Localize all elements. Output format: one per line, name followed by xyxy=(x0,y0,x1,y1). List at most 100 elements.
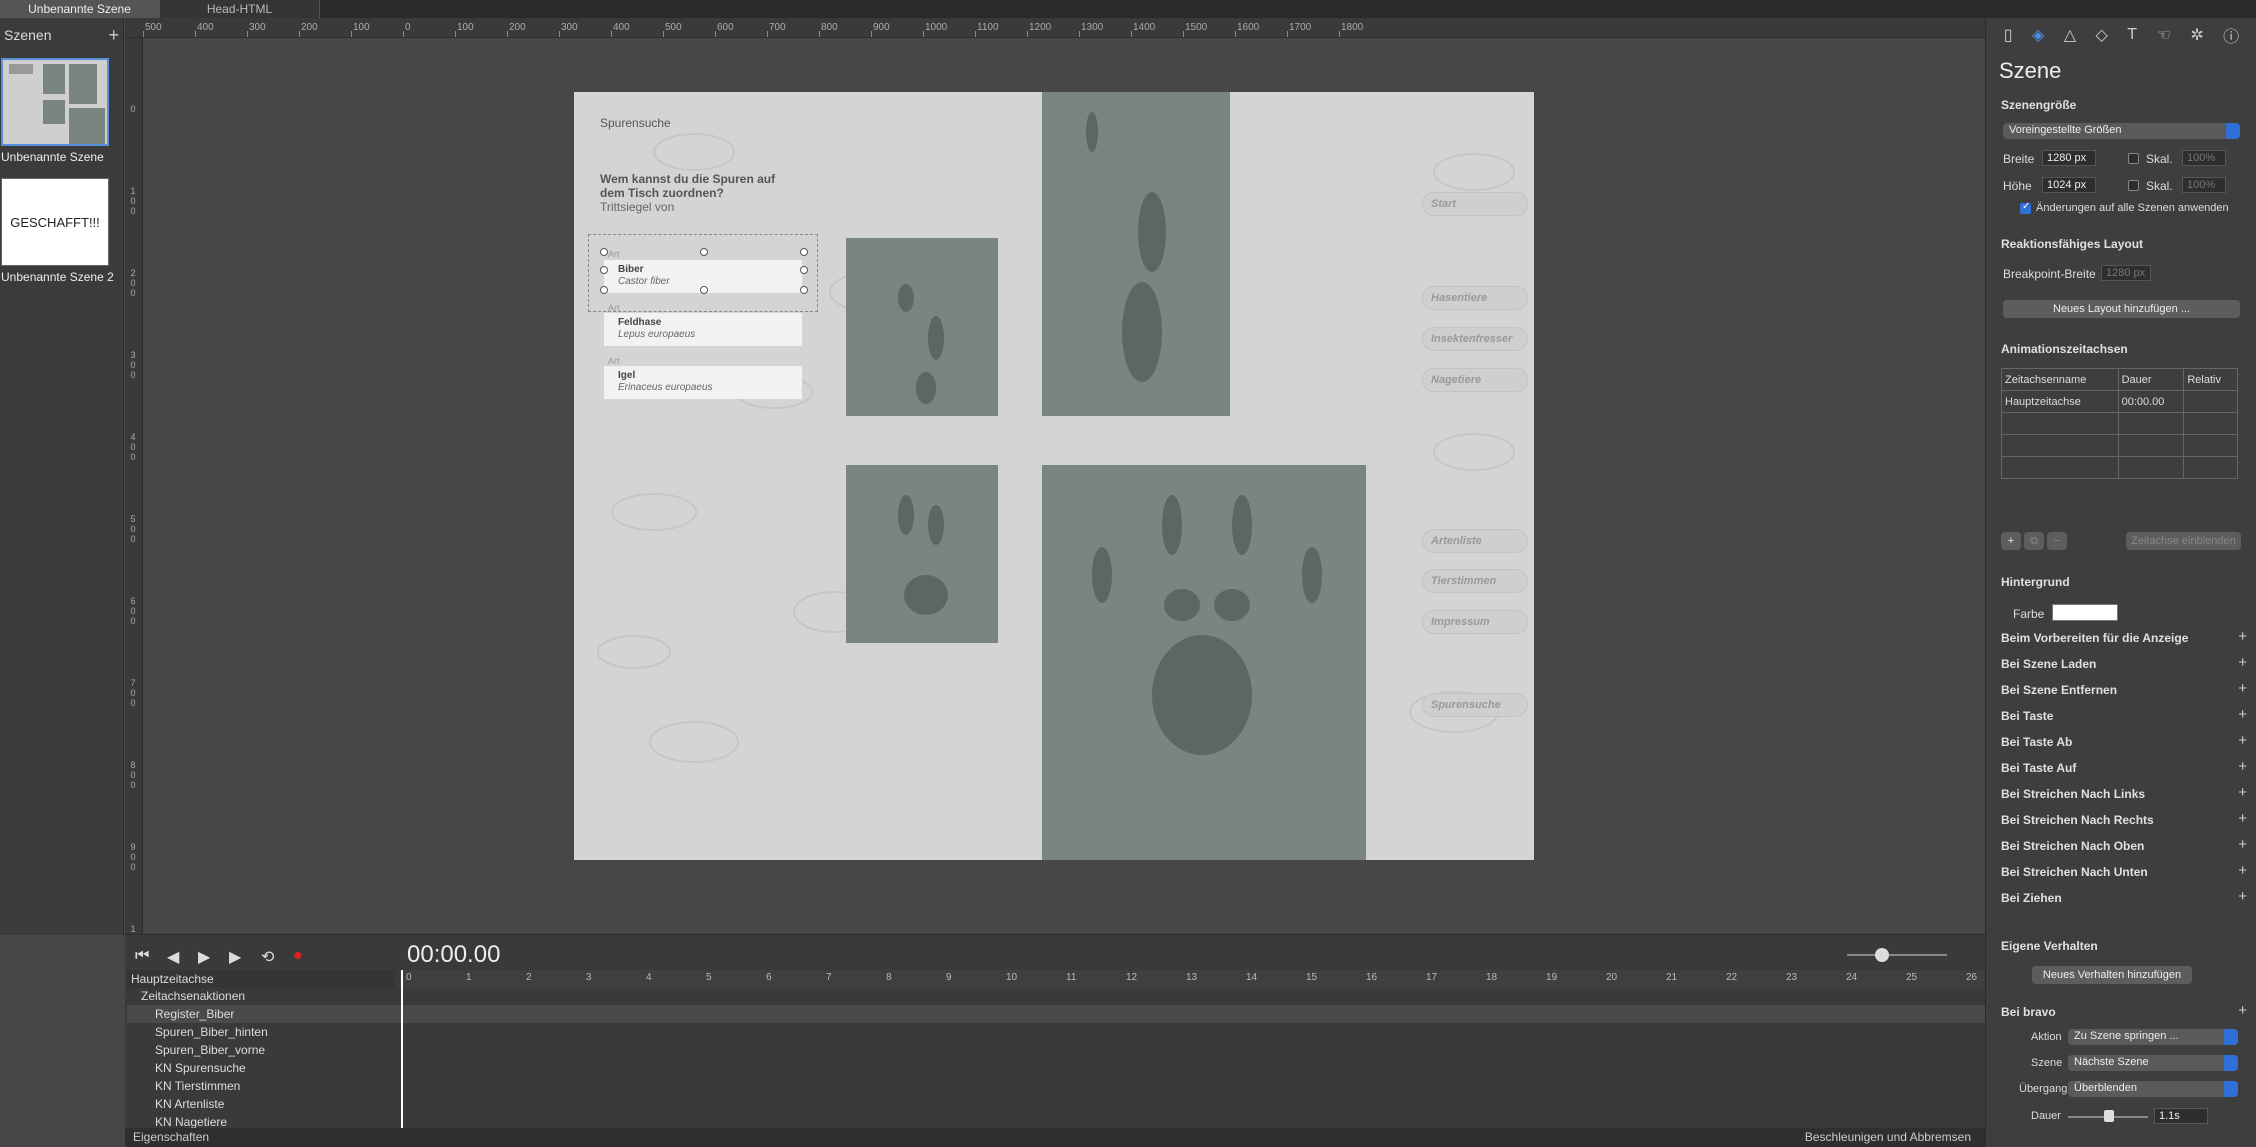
scene-thumbnail-1[interactable] xyxy=(1,58,109,146)
add-timeline-icon[interactable]: + xyxy=(2001,532,2021,550)
event-row[interactable]: Bei Taste Ab + xyxy=(2001,732,2249,749)
add-event-icon[interactable]: + xyxy=(2238,888,2247,905)
action-select[interactable]: Zu Szene springen ... xyxy=(2068,1029,2238,1045)
zoom-slider-thumb[interactable] xyxy=(1875,948,1889,962)
event-row[interactable]: Bei Szene Entfernen + xyxy=(2001,680,2249,697)
timeline-header[interactable]: Hauptzeitachse xyxy=(127,970,395,988)
playhead[interactable] xyxy=(401,970,403,1134)
scene-select[interactable]: Nächste Szene xyxy=(2068,1055,2238,1071)
preset-size-select[interactable]: Voreingestellte Größen xyxy=(2003,123,2240,139)
col-timeline-name[interactable]: Zeitachsenname xyxy=(2001,368,2119,391)
bravo-event-row[interactable]: Bei bravo + xyxy=(2001,1002,2249,1019)
add-event-icon[interactable]: + xyxy=(2238,706,2247,723)
duration-slider-thumb[interactable] xyxy=(2104,1110,2114,1122)
add-event-icon[interactable]: + xyxy=(2238,810,2247,827)
width-input[interactable]: 1280 px xyxy=(2042,150,2096,166)
track-photo-large-1[interactable] xyxy=(1042,92,1230,416)
document-icon[interactable]: ▯ xyxy=(2004,25,2013,45)
event-row[interactable]: Bei Streichen Nach Unten + xyxy=(2001,862,2249,879)
nav-button-spurensuche[interactable]: Spurensuche xyxy=(1422,693,1528,717)
event-row[interactable]: Bei Streichen Nach Rechts + xyxy=(2001,810,2249,827)
track-photo-large-2[interactable] xyxy=(1042,465,1366,860)
layer-row[interactable]: KN Artenliste xyxy=(127,1095,395,1113)
background-color-swatch[interactable] xyxy=(2052,604,2118,621)
event-row[interactable]: Beim Vorbereiten für die Anzeige + xyxy=(2001,628,2249,645)
actions-icon[interactable]: ☜ xyxy=(2157,25,2171,45)
species-card-feldhase[interactable]: Feldhase Lepus europaeus xyxy=(604,313,802,346)
add-behavior-button[interactable]: Neues Verhalten hinzufügen xyxy=(2032,966,2192,984)
height-input[interactable]: 1024 px xyxy=(2042,177,2096,193)
shapes-icon[interactable]: ◇ xyxy=(2096,25,2108,45)
zoom-slider[interactable] xyxy=(1847,954,1947,956)
resize-handle[interactable] xyxy=(800,266,808,274)
col-duration[interactable]: Dauer xyxy=(2117,368,2185,391)
species-card-igel[interactable]: Igel Erinaceus europaeus xyxy=(604,366,802,399)
event-row[interactable]: Bei Taste + xyxy=(2001,706,2249,723)
scene-label-1[interactable]: Unbenannte Szene xyxy=(1,150,104,164)
timeline-name-cell[interactable]: Hauptzeitachse xyxy=(2001,390,2119,413)
tab-head-html[interactable]: Head-HTML xyxy=(160,0,320,18)
loop-icon[interactable]: ⟲ xyxy=(261,947,274,967)
scale-width-checkbox[interactable] xyxy=(2128,153,2139,164)
add-event-icon[interactable]: + xyxy=(2238,628,2247,645)
add-event-icon[interactable]: + xyxy=(2238,862,2247,879)
scale-width-input[interactable]: 100% xyxy=(2182,150,2226,166)
scene-layers-icon[interactable]: ◈ xyxy=(2032,25,2044,45)
timeline-relative-cell[interactable] xyxy=(2183,390,2238,413)
duplicate-timeline-icon[interactable]: ⧉ xyxy=(2024,532,2044,550)
add-layout-button[interactable]: Neues Layout hinzufügen ... xyxy=(2003,300,2240,318)
metrics-icon[interactable]: △ xyxy=(2064,25,2076,45)
physics-icon[interactable]: ✲ xyxy=(2190,25,2203,45)
play-icon[interactable]: ▶︎ xyxy=(198,947,210,967)
step-back-icon[interactable]: ◀︎ xyxy=(167,947,179,967)
resize-handle[interactable] xyxy=(700,248,708,256)
easing-selector[interactable]: Beschleunigen und Abbremsen xyxy=(1805,1130,1971,1144)
tab-unbenannte-szene[interactable]: Unbenannte Szene xyxy=(0,0,160,18)
nav-button-artenliste[interactable]: Artenliste xyxy=(1422,529,1528,553)
nav-button-insektenfresser[interactable]: Insektenfresser xyxy=(1422,327,1528,351)
layer-row[interactable]: Register_Biber xyxy=(127,1005,1985,1023)
transition-select[interactable]: Überblenden xyxy=(2068,1081,2238,1097)
scene-thumbnail-2[interactable]: GESCHAFFT!!! xyxy=(1,178,109,266)
nav-button-nagetiere[interactable]: Nagetiere xyxy=(1422,368,1528,392)
resize-handle[interactable] xyxy=(600,266,608,274)
apply-all-checkbox[interactable] xyxy=(2020,201,2031,214)
text-icon[interactable]: T xyxy=(2127,26,2137,44)
resize-handle[interactable] xyxy=(600,286,608,294)
add-event-icon[interactable]: + xyxy=(2238,654,2247,671)
resize-handle[interactable] xyxy=(600,248,608,256)
resize-handle[interactable] xyxy=(800,248,808,256)
go-to-start-icon[interactable]: ⏮ xyxy=(135,947,149,965)
resize-handle[interactable] xyxy=(700,286,708,294)
event-row[interactable]: Bei Streichen Nach Oben + xyxy=(2001,836,2249,853)
show-timeline-button[interactable]: Zeitachse einblenden xyxy=(2126,532,2241,550)
add-event-icon[interactable]: + xyxy=(2238,1002,2247,1019)
layer-row[interactable]: Spuren_Biber_vorne xyxy=(127,1041,395,1059)
step-forward-icon[interactable]: ▶︎ xyxy=(229,947,241,967)
duration-input[interactable]: 1.1s xyxy=(2154,1108,2208,1124)
info-icon[interactable]: ⓘ xyxy=(2223,23,2239,47)
add-event-icon[interactable]: + xyxy=(2238,836,2247,853)
scale-height-input[interactable]: 100% xyxy=(2182,177,2226,193)
add-event-icon[interactable]: + xyxy=(2238,680,2247,697)
event-row[interactable]: Bei Taste Auf + xyxy=(2001,758,2249,775)
scene-canvas[interactable]: Spurensuche Wem kannst du die Spuren auf… xyxy=(574,92,1534,860)
add-event-icon[interactable]: + xyxy=(2238,758,2247,775)
col-relative[interactable]: Relativ xyxy=(2183,368,2238,391)
event-row[interactable]: Bei Szene Laden + xyxy=(2001,654,2249,671)
layer-row[interactable]: KN Tierstimmen xyxy=(127,1077,395,1095)
scene-label-2[interactable]: Unbenannte Szene 2 xyxy=(1,270,114,284)
add-event-icon[interactable]: + xyxy=(2238,732,2247,749)
track-photo-small-1[interactable] xyxy=(846,238,998,416)
breakpoint-input[interactable]: 1280 px xyxy=(2101,265,2151,281)
nav-button-impressum[interactable]: Impressum xyxy=(1422,610,1528,634)
track-photo-small-2[interactable] xyxy=(846,465,998,643)
record-icon[interactable]: ● xyxy=(293,947,303,965)
resize-handle[interactable] xyxy=(800,286,808,294)
timeline-duration-cell[interactable]: 00:00.00 xyxy=(2117,390,2185,413)
nav-button-tierstimmen[interactable]: Tierstimmen xyxy=(1422,569,1528,593)
nav-button-start[interactable]: Start xyxy=(1422,192,1528,216)
properties-label[interactable]: Eigenschaften xyxy=(133,1130,209,1144)
event-row[interactable]: Bei Ziehen + xyxy=(2001,888,2249,905)
layer-row[interactable]: KN Spurensuche xyxy=(127,1059,395,1077)
